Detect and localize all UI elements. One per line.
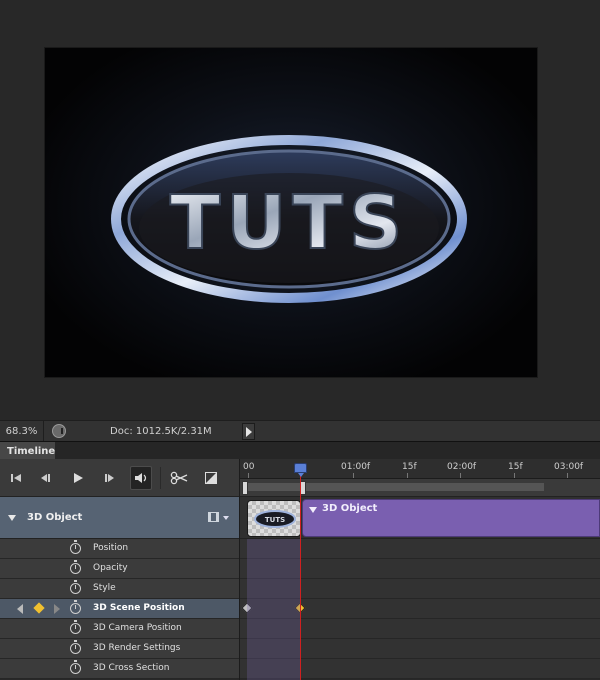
ruler-label: 15f: [402, 462, 417, 472]
property-track: [240, 539, 600, 559]
property-row-opacity[interactable]: Opacity: [0, 559, 240, 579]
ruler-tick: [407, 473, 408, 478]
property-label: Style: [93, 583, 116, 593]
playhead-line[interactable]: [300, 470, 301, 680]
previous-keyframe-icon[interactable]: [17, 604, 23, 614]
property-track: [240, 639, 600, 659]
stopwatch-icon[interactable]: [70, 580, 81, 594]
property-label: 3D Scene Position: [93, 603, 185, 613]
film-strip-icon[interactable]: [208, 512, 219, 522]
property-track: [240, 619, 600, 639]
ruler-tick: [460, 473, 461, 478]
property-label: 3D Cross Section: [93, 663, 170, 673]
property-track: [240, 659, 600, 679]
canvas-area: TUTS: [0, 0, 600, 420]
transition-button[interactable]: [200, 466, 222, 490]
svg-text:TUTS: TUTS: [265, 516, 285, 524]
expand-triangle-icon[interactable]: [8, 515, 16, 521]
property-row-style[interactable]: Style: [0, 579, 240, 599]
property-row-3d-camera-position[interactable]: 3D Camera Position: [0, 619, 240, 639]
split-at-playhead-button[interactable]: [168, 466, 190, 490]
stopwatch-icon[interactable]: [70, 540, 81, 554]
previous-frame-icon: [41, 474, 50, 482]
layer-name: 3D Object: [27, 512, 83, 523]
property-label: 3D Render Settings: [93, 643, 181, 653]
stopwatch-icon[interactable]: [70, 640, 81, 654]
stopwatch-icon[interactable]: [70, 660, 81, 674]
ruler-label: 03:00f: [554, 462, 584, 472]
audio-icon: [135, 473, 147, 483]
zoom-level[interactable]: 68.3%: [0, 420, 44, 442]
next-frame-button[interactable]: [99, 466, 121, 490]
document-canvas[interactable]: TUTS: [45, 48, 537, 377]
layer-clip-bar[interactable]: 3D Object: [302, 499, 600, 537]
property-row-3d-scene-position[interactable]: 3D Scene Position: [0, 599, 240, 619]
property-label: Position: [93, 543, 129, 553]
next-frame-icon: [105, 474, 114, 482]
stopwatch-icon[interactable]: [70, 560, 81, 574]
go-to-first-frame-icon: [11, 474, 21, 482]
play-icon: [74, 473, 83, 483]
split-scissors-icon: [170, 471, 188, 485]
property-row-3d-cross-section[interactable]: 3D Cross Section: [0, 659, 240, 679]
go-to-first-frame-button[interactable]: [5, 466, 27, 490]
add-keyframe-icon[interactable]: [33, 602, 45, 614]
property-label: 3D Camera Position: [93, 623, 182, 633]
logo-text: TUTS: [170, 180, 408, 266]
ruler-label: 00: [243, 462, 255, 472]
ruler-tick: [353, 473, 354, 478]
property-row-position[interactable]: Position: [0, 539, 240, 559]
work-area-start-handle[interactable]: [242, 481, 248, 495]
panel-divider[interactable]: [239, 459, 240, 680]
stopwatch-icon[interactable]: [70, 600, 81, 614]
tuts-logo-image: TUTS: [111, 135, 467, 303]
ruler-label: 01:00f: [341, 462, 371, 472]
status-menu-arrow-icon[interactable]: [242, 423, 255, 440]
clip-expand-triangle-icon[interactable]: [309, 507, 317, 513]
transition-icon: [205, 472, 217, 484]
property-track: [240, 559, 600, 579]
timeline-controls: [0, 459, 240, 497]
status-bar: 68.3% Doc: 1012.5K/2.31M: [0, 420, 600, 442]
layer-thumbnail: TUTS: [247, 500, 301, 537]
ruler-label: 02:00f: [447, 462, 477, 472]
play-button[interactable]: [67, 466, 89, 490]
clip-name: 3D Object: [322, 503, 378, 514]
ruler-tick: [567, 473, 568, 478]
next-keyframe-icon[interactable]: [54, 604, 60, 614]
keyframe-marker[interactable]: [241, 602, 253, 614]
stopwatch-icon[interactable]: [70, 620, 81, 634]
tab-timeline[interactable]: Timeline: [0, 442, 55, 460]
layer-row-3d-object[interactable]: 3D Object: [0, 497, 240, 539]
thumbnail-logo-image: TUTS: [254, 510, 296, 528]
work-area-bar: [240, 479, 600, 497]
property-row-3d-render-settings[interactable]: 3D Render Settings: [0, 639, 240, 659]
ruler-label: 15f: [508, 462, 523, 472]
layer-track: TUTS 3D Object: [240, 497, 600, 539]
ruler-tick: [248, 473, 249, 478]
property-label: Opacity: [93, 563, 128, 573]
controls-separator: [160, 467, 161, 489]
work-area-range[interactable]: [244, 483, 544, 491]
playhead-handle[interactable]: [294, 463, 307, 477]
property-track: [240, 599, 600, 619]
property-track: [240, 579, 600, 599]
chevron-down-icon[interactable]: [223, 516, 229, 520]
ruler-tick: [514, 473, 515, 478]
status-info-icon[interactable]: [52, 424, 66, 438]
panel-tab-bar: Timeline: [0, 441, 600, 460]
previous-frame-button[interactable]: [35, 466, 57, 490]
audio-button[interactable]: [130, 466, 152, 490]
